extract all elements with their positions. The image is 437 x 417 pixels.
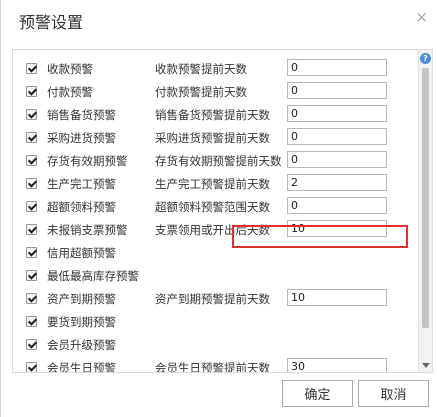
- setting-label: 资产到期预警提前天数: [155, 292, 270, 306]
- checkbox[interactable]: [26, 86, 37, 97]
- settings-row: 会员生日预警 会员生日预警提前天数: [13, 357, 418, 373]
- warning-label: 要货到期预警: [47, 315, 116, 329]
- warning-label: 付款预警: [47, 85, 93, 99]
- checkbox[interactable]: [26, 316, 37, 327]
- warning-label: 销售备货预警: [47, 108, 116, 122]
- checkbox[interactable]: [26, 109, 37, 120]
- warning-label: 资产到期预警: [47, 292, 116, 306]
- scrollbar-thumb[interactable]: [422, 68, 429, 328]
- warning-label: 最低最高库存预警: [47, 269, 139, 283]
- setting-label: 销售备货预警提前天数: [155, 108, 270, 122]
- warning-label: 会员升级预警: [47, 338, 116, 352]
- settings-row: 资产到期预警 资产到期预警提前天数: [13, 288, 418, 311]
- setting-label: 会员生日预警提前天数: [155, 361, 270, 373]
- warning-label: 未报销支票预警: [47, 223, 128, 237]
- ok-button[interactable]: 确定: [282, 380, 353, 407]
- settings-row: 最低最高库存预警: [13, 265, 418, 288]
- days-input[interactable]: [287, 289, 387, 306]
- checkbox[interactable]: [26, 155, 37, 166]
- warning-label: 会员生日预警: [47, 361, 116, 373]
- checkbox[interactable]: [26, 362, 37, 372]
- warning-label: 信用超额预警: [47, 246, 116, 260]
- setting-label: 存货有效期预警提前天数: [155, 154, 282, 168]
- days-input[interactable]: [287, 174, 387, 191]
- settings-row: 存货有效期预警 存货有效期预警提前天数: [13, 150, 418, 173]
- checkbox[interactable]: [26, 224, 37, 235]
- settings-panel: 收款预警 收款预警提前天数付款预警 付款预警提前天数销售备货预警 销售备货预警提前天数…: [12, 49, 433, 373]
- days-input[interactable]: [287, 151, 387, 168]
- days-input[interactable]: [287, 105, 387, 122]
- settings-list: 收款预警 收款预警提前天数付款预警 付款预警提前天数销售备货预警 销售备货预警提前天数…: [13, 50, 418, 372]
- settings-row: 生产完工预警 生产完工预警提前天数: [13, 173, 418, 196]
- dialog-title: 预警设置: [19, 13, 84, 32]
- settings-row: 付款预警 付款预警提前天数: [13, 81, 418, 104]
- highlight-box: [232, 225, 408, 248]
- checkbox[interactable]: [26, 201, 37, 212]
- checkbox[interactable]: [26, 247, 37, 258]
- warning-label: 超额领料预警: [47, 200, 116, 214]
- setting-label: 付款预警提前天数: [155, 85, 247, 99]
- checkbox[interactable]: [26, 339, 37, 350]
- checkbox[interactable]: [26, 293, 37, 304]
- checkbox[interactable]: [26, 63, 37, 74]
- checkbox[interactable]: [26, 270, 37, 281]
- setting-label: 收款预警提前天数: [155, 62, 247, 76]
- settings-row: 销售备货预警 销售备货预警提前天数: [13, 104, 418, 127]
- days-input[interactable]: [287, 59, 387, 76]
- warning-label: 存货有效期预警: [47, 154, 128, 168]
- settings-row: 采购进货预警 采购进货预警提前天数: [13, 127, 418, 150]
- settings-row: 超额领料预警 超额领料预警范围天数: [13, 196, 418, 219]
- setting-label: 生产完工预警提前天数: [155, 177, 270, 191]
- chevron-down-icon[interactable]: [422, 363, 430, 368]
- help-icon[interactable]: ?: [420, 53, 431, 64]
- warning-settings-dialog: 预警设置 × 收款预警收款预警提前天数付款预警付款预警提前天数销售备货预警销售备…: [0, 0, 437, 417]
- checkbox[interactable]: [26, 178, 37, 189]
- warning-label: 收款预警: [47, 62, 93, 76]
- settings-row: 会员升级预警: [13, 334, 418, 357]
- close-icon[interactable]: ×: [415, 9, 428, 25]
- settings-row: 收款预警 收款预警提前天数: [13, 58, 418, 81]
- setting-label: 采购进货预警提前天数: [155, 131, 270, 145]
- days-input[interactable]: [287, 128, 387, 145]
- scrollbar[interactable]: ?: [418, 50, 432, 372]
- days-input[interactable]: [287, 82, 387, 99]
- warning-label: 采购进货预警: [47, 131, 116, 145]
- setting-label: 超额领料预警范围天数: [155, 200, 270, 214]
- checkbox[interactable]: [26, 132, 37, 143]
- settings-row: 要货到期预警: [13, 311, 418, 334]
- warning-label: 生产完工预警: [47, 177, 116, 191]
- days-input[interactable]: [287, 358, 387, 372]
- days-input[interactable]: [287, 197, 387, 214]
- cancel-button[interactable]: 取消: [358, 380, 429, 407]
